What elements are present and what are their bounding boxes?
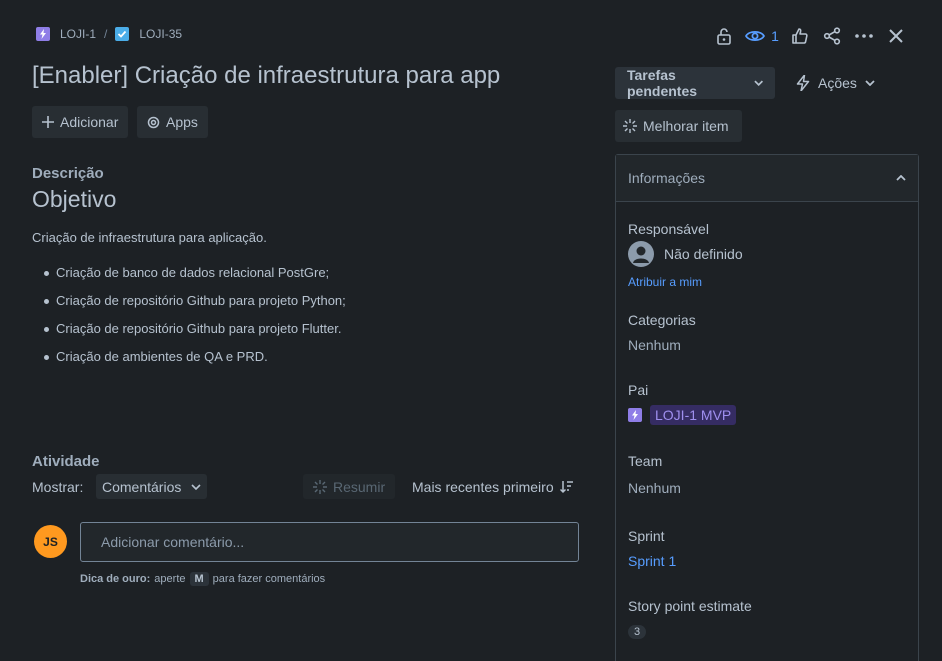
status-dropdown-button[interactable]: Tarefas pendentes [615, 67, 775, 99]
parent-field[interactable]: LOJI-1 MVP [628, 405, 737, 425]
watch-count: 1 [771, 28, 779, 44]
plus-icon [42, 116, 54, 128]
sprint-label: Sprint [628, 528, 665, 544]
add-button[interactable]: Adicionar [32, 106, 129, 138]
sparkle-icon [313, 479, 327, 494]
unassigned-avatar-icon [628, 241, 654, 267]
sort-descending-icon [559, 481, 573, 494]
description-paragraph[interactable]: Criação de infraestrutura para aplicação… [32, 230, 267, 245]
apps-button-label: Apps [166, 114, 198, 130]
categories-value[interactable]: Nenhum [628, 337, 681, 353]
chevron-up-icon [896, 175, 906, 181]
summarize-label: Resumir [333, 478, 386, 495]
categories-label: Categorias [628, 312, 696, 328]
watch-button[interactable]: 1 [740, 24, 784, 48]
avatar[interactable]: JS [34, 525, 67, 558]
lightning-icon [796, 75, 810, 91]
tip-key: M [189, 572, 209, 586]
sparkle-icon [623, 119, 637, 133]
bullet-icon [44, 327, 49, 332]
tip-post: para fazer comentários [212, 573, 326, 585]
sort-order-label: Mais recentes primeiro [412, 479, 554, 495]
assign-to-me-link[interactable]: Atribuir a mim [628, 275, 702, 289]
add-button-label: Adicionar [60, 114, 119, 130]
epic-icon [36, 27, 50, 41]
more-options-icon[interactable] [848, 24, 880, 48]
chevron-down-icon [753, 80, 763, 86]
chevron-down-icon [191, 483, 201, 490]
parent-label: Pai [628, 382, 649, 398]
activity-filter-value: Comentários [102, 478, 182, 495]
bullet-icon [44, 299, 49, 304]
issue-toolbar: 1 [708, 24, 912, 48]
close-icon[interactable] [880, 24, 912, 48]
breadcrumb-current-link[interactable]: LOJI-35 [139, 27, 182, 41]
description-heading[interactable]: Objetivo [32, 186, 116, 213]
team-value[interactable]: Nenhum [628, 480, 681, 496]
story-points-label: Story point estimate [628, 598, 752, 614]
comment-tip: Dica de ouro: aperte M para fazer coment… [80, 572, 325, 586]
activity-filter-select[interactable]: Comentários [96, 474, 208, 499]
show-filter-label: Mostrar: [32, 479, 84, 495]
breadcrumb: LOJI-1 / LOJI-35 [36, 27, 182, 41]
breadcrumb-separator: / [104, 27, 108, 41]
apps-button[interactable]: Apps [137, 106, 208, 138]
activity-label: Atividade [32, 453, 100, 470]
summarize-button[interactable]: Resumir [303, 474, 396, 499]
list-item: Criação de repositório Github para proje… [44, 321, 346, 349]
list-item-text: Criação de ambientes de QA e PRD. [56, 349, 268, 364]
list-item-text: Criação de repositório Github para proje… [56, 321, 342, 336]
details-panel-title: Informações [628, 170, 706, 186]
comment-input[interactable]: Adicionar comentário... [80, 522, 579, 562]
list-item-text: Criação de banco de dados relacional Pos… [56, 265, 330, 280]
team-label: Team [628, 453, 663, 469]
sprint-value[interactable]: Sprint 1 [628, 553, 676, 569]
assignee-field[interactable]: Não definido [628, 241, 743, 267]
issue-title[interactable]: [Enabler] Criação de infraestrutura para… [32, 62, 500, 90]
list-item: Criação de banco de dados relacional Pos… [44, 265, 346, 293]
list-item: Criação de ambientes de QA e PRD. [44, 349, 346, 377]
story-points-badge[interactable]: 3 [628, 625, 647, 639]
tip-pre: aperte [154, 573, 186, 585]
assignee-label: Responsável [628, 221, 709, 237]
unlock-icon[interactable] [708, 24, 740, 48]
apps-icon [147, 116, 160, 128]
list-item: Criação de repositório Github para proje… [44, 293, 346, 321]
thumbs-up-icon[interactable] [784, 24, 816, 48]
actions-button[interactable]: Ações [788, 67, 883, 99]
share-icon[interactable] [816, 24, 848, 48]
improve-item-label: Melhorar item [643, 118, 729, 134]
details-panel-header[interactable]: Informações [616, 155, 918, 202]
chevron-down-icon [865, 80, 875, 86]
eye-icon [745, 30, 766, 42]
actions-label: Ações [818, 75, 857, 91]
details-panel: Informações Responsável Não definido Atr… [615, 154, 919, 661]
improve-item-button[interactable]: Melhorar item [615, 110, 742, 142]
bullet-icon [44, 355, 49, 360]
status-label: Tarefas pendentes [627, 67, 698, 99]
tip-bold: Dica de ouro: [80, 573, 151, 585]
task-checkbox-icon [115, 27, 130, 41]
breadcrumb-parent-link[interactable]: LOJI-1 [60, 27, 96, 41]
parent-tag: LOJI-1 MVP [650, 405, 737, 425]
sort-order-button[interactable]: Mais recentes primeiro [412, 479, 574, 495]
description-bullet-list: Criação de banco de dados relacional Pos… [44, 265, 346, 377]
assignee-value: Não definido [664, 246, 743, 262]
bullet-icon [44, 271, 49, 276]
epic-icon [628, 408, 642, 422]
list-item-text: Criação de repositório Github para proje… [56, 293, 346, 308]
description-label: Descrição [32, 165, 104, 182]
